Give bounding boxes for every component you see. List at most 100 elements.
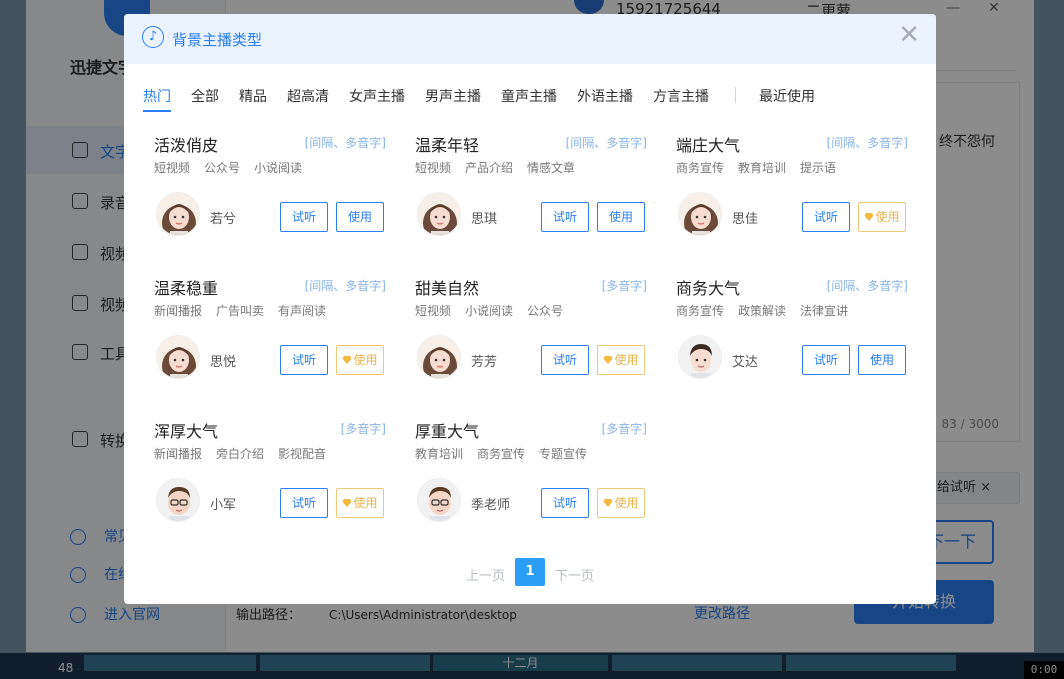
category-label: 商务宣传 [676,304,725,318]
prev-page-button[interactable]: 上一页 [466,565,505,584]
use-button[interactable]: 使用 [597,202,645,232]
card-feature-tag: [间隔、多音字] [304,136,386,150]
category-label: 有声阅读 [278,304,327,318]
card-categories: 教育培训 商务宣传 专题宣传 [415,445,601,462]
dialog-header: ♪ 背景主播类型 ✕ [124,14,936,64]
use-button[interactable]: 使用 [336,202,384,232]
anchor-avatar [678,335,722,379]
card-feature-tag: [间隔、多音字] [826,279,908,293]
category-label: 小说阅读 [465,304,514,318]
use-button[interactable]: 使用 [336,488,384,518]
anchor-type-dialog: ♪ 背景主播类型 ✕ 热门 全部 精品 超高清 女声主播 男声主播 童声主播 外… [124,14,936,604]
use-button-label: 使用 [614,496,639,510]
tab-dialect[interactable]: 方言主播 [653,86,709,106]
card-categories: 短视频 公众号 小说阅读 [154,159,316,176]
tab-foreign[interactable]: 外语主播 [577,86,633,106]
category-label: 新闻播报 [154,304,203,318]
tab-male[interactable]: 男声主播 [425,86,481,106]
listen-button[interactable]: 试听 [541,345,589,375]
vip-gem-icon [864,213,874,221]
card-title: 温柔稳重 [154,279,219,298]
use-button[interactable]: 使用 [858,345,906,375]
listen-button[interactable]: 试听 [541,202,589,232]
listen-button[interactable]: 试听 [802,202,850,232]
card-categories: 短视频 小说阅读 公众号 [415,302,577,319]
tab-recent[interactable]: 最近使用 [759,86,815,106]
next-page-button[interactable]: 下一页 [555,565,594,584]
anchor-card[interactable]: 端庄大气 [间隔、多音字] 商务宣传 教育培训 提示语 思佳 试听 使用 [666,132,916,272]
card-categories: 新闻播报 旁白介绍 影视配音 [154,445,340,462]
listen-button[interactable]: 试听 [802,345,850,375]
card-feature-tag: [间隔、多音字] [565,136,647,150]
use-button-label: 使用 [608,210,633,224]
tab-ultra-hd[interactable]: 超高清 [287,86,329,106]
use-button-label: 使用 [353,353,378,367]
vip-gem-icon [342,356,352,364]
anchor-name: 季老师 [471,498,511,513]
vip-gem-icon [342,499,352,507]
category-label: 短视频 [154,161,191,175]
listen-button[interactable]: 试听 [280,488,328,518]
category-tabs: 热门 全部 精品 超高清 女声主播 男声主播 童声主播 外语主播 方言主播 最近… [143,86,923,116]
anchor-card[interactable]: 甜美自然 [多音字] 短视频 小说阅读 公众号 芳芳 试听 使用 [405,275,655,415]
anchor-avatar [156,192,200,236]
anchor-card[interactable]: 厚重大气 [多音字] 教育培训 商务宣传 专题宣传 季老师 试听 使用 [405,418,655,558]
music-note-icon: ♪ [142,26,164,48]
card-feature-tag: [多音字] [340,422,386,436]
category-label: 商务宣传 [477,447,526,461]
anchor-name: 小军 [210,498,237,513]
tab-child[interactable]: 童声主播 [501,86,557,106]
anchor-card[interactable]: 商务大气 [间隔、多音字] 商务宣传 政策解读 法律宣讲 艾达 试听 使用 [666,275,916,415]
close-icon[interactable]: ✕ [898,22,920,48]
category-label: 旁白介绍 [216,447,265,461]
use-button-label: 使用 [869,353,894,367]
tab-all[interactable]: 全部 [191,86,219,106]
category-label: 短视频 [415,304,452,318]
vip-gem-icon [603,499,613,507]
category-label: 专题宣传 [539,447,588,461]
listen-button[interactable]: 试听 [541,488,589,518]
dialog-title: 背景主播类型 [172,31,263,49]
tab-female[interactable]: 女声主播 [349,86,405,106]
card-feature-tag: [间隔、多音字] [304,279,386,293]
anchor-card[interactable]: 温柔稳重 [间隔、多音字] 新闻播报 广告叫卖 有声阅读 思悦 试听 使用 [144,275,394,415]
use-button[interactable]: 使用 [597,488,645,518]
tab-hot[interactable]: 热门 [143,86,171,112]
card-categories: 短视频 产品介绍 情感文章 [415,159,589,176]
anchor-name: 思悦 [210,355,237,370]
anchor-name: 艾达 [732,355,759,370]
anchor-name: 若兮 [210,212,237,227]
anchor-avatar [156,478,200,522]
category-label: 短视频 [415,161,452,175]
anchor-name: 芳芳 [471,355,498,370]
card-feature-tag: [多音字] [601,279,647,293]
use-button[interactable]: 使用 [597,345,645,375]
use-button[interactable]: 使用 [858,202,906,232]
card-title: 厚重大气 [415,422,480,441]
listen-button[interactable]: 试听 [280,202,328,232]
tab-premium[interactable]: 精品 [239,86,267,106]
anchor-card[interactable]: 浑厚大气 [多音字] 新闻播报 旁白介绍 影视配音 小军 试听 使用 [144,418,394,558]
anchor-avatar [417,478,461,522]
use-button-label: 使用 [614,353,639,367]
listen-button[interactable]: 试听 [280,345,328,375]
vip-gem-icon [603,356,613,364]
use-button-label: 使用 [875,210,900,224]
anchor-card[interactable]: 活泼俏皮 [间隔、多音字] 短视频 公众号 小说阅读 若兮 试听 使用 [144,132,394,272]
category-label: 公众号 [527,304,564,318]
anchor-name: 思佳 [732,212,759,227]
card-title: 端庄大气 [676,136,741,155]
category-label: 商务宣传 [676,161,725,175]
card-title: 浑厚大气 [154,422,219,441]
use-button[interactable]: 使用 [336,345,384,375]
card-categories: 新闻播报 广告叫卖 有声阅读 [154,302,340,319]
use-button-label: 使用 [353,496,378,510]
category-label: 情感文章 [527,161,576,175]
anchor-card[interactable]: 温柔年轻 [间隔、多音字] 短视频 产品介绍 情感文章 思琪 试听 使用 [405,132,655,272]
card-title: 甜美自然 [415,279,480,298]
category-label: 影视配音 [278,447,327,461]
card-feature-tag: [间隔、多音字] [826,136,908,150]
page-number-current[interactable]: 1 [515,558,545,586]
category-label: 公众号 [204,161,241,175]
tab-divider [735,87,736,103]
